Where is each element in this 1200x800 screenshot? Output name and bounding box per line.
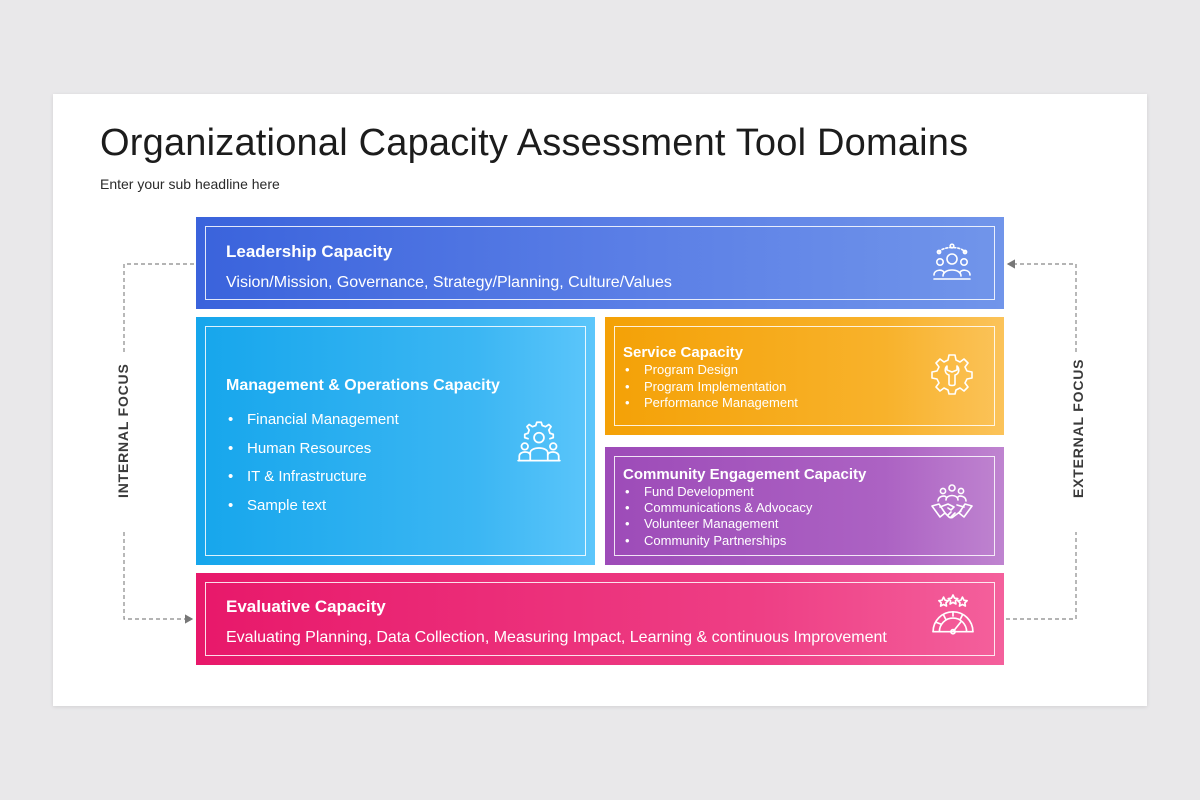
list-item: Financial Management [226,406,399,435]
service-capacity-block: Service Capacity Program Design Program … [605,317,1004,435]
page-title: Organizational Capacity Assessment Tool … [100,122,969,164]
leadership-capacity-block: Leadership Capacity Vision/Mission, Gove… [196,217,1004,309]
community-engagement-block: Community Engagement Capacity Fund Devel… [605,447,1004,565]
list-item: Volunteer Management [623,516,812,532]
list-item: Community Partnerships [623,533,812,549]
service-title: Service Capacity [623,344,744,361]
internal-connector-top [123,263,194,352]
external-focus-label: EXTERNAL FOCUS [1070,358,1086,498]
slide: Organizational Capacity Assessment Tool … [53,94,1147,706]
evaluative-title: Evaluative Capacity [226,597,386,616]
list-item: IT & Infrastructure [226,463,399,492]
community-title: Community Engagement Capacity [623,466,867,483]
management-operations-block: Management & Operations Capacity Financi… [196,317,595,565]
external-connector-bottom [1006,532,1077,620]
external-connector-top [1006,259,1077,352]
team-gear-icon [516,419,562,465]
list-item: Fund Development [623,484,812,500]
leadership-title: Leadership Capacity [226,242,393,261]
evaluative-text: Evaluating Planning, Data Collection, Me… [226,629,887,646]
page-subtitle: Enter your sub headline here [100,176,280,192]
gear-wrench-icon [931,353,973,395]
leadership-team-icon [931,242,973,284]
management-title: Management & Operations Capacity [226,377,500,394]
leadership-text: Vision/Mission, Governance, Strategy/Pla… [226,274,672,291]
list-item: Program Implementation [623,379,798,396]
list-item: Program Design [623,362,798,379]
rating-gauge-icon [931,594,975,638]
community-list: Fund Development Communications & Advoca… [623,484,812,549]
list-item: Human Resources [226,435,399,464]
internal-focus-label: INTERNAL FOCUS [115,363,131,498]
internal-connector-bottom [123,532,194,624]
list-item: Performance Management [623,395,798,412]
management-list: Financial Management Human Resources IT … [226,406,399,520]
list-item: Sample text [226,492,399,521]
evaluative-capacity-block: Evaluative Capacity Evaluating Planning,… [196,573,1004,665]
service-list: Program Design Program Implementation Pe… [623,362,798,412]
list-item: Communications & Advocacy [623,500,812,516]
handshake-people-icon [931,482,973,524]
